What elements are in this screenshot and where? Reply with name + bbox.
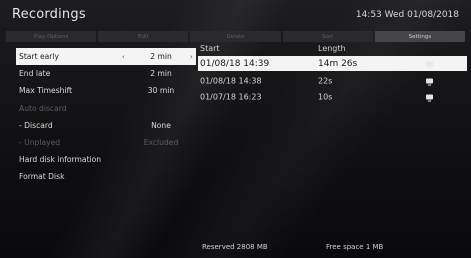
menu-item-value: 2 min: [150, 69, 172, 79]
message-icon: [426, 94, 433, 101]
recording-start: 01/07/18 16:23: [200, 92, 262, 101]
column-header-start: Start: [200, 44, 220, 53]
menu-item-label: End late: [19, 69, 51, 79]
menu-item-label: Hard disk information: [19, 155, 102, 165]
menu-item-label: Auto discard: [19, 103, 67, 113]
menu-item-format-disk[interactable]: Format Disk: [16, 168, 196, 185]
column-header-length: Length: [318, 44, 346, 53]
chevron-left-icon[interactable]: ‹: [122, 53, 125, 61]
menu-item-label: - Unplayed: [19, 138, 61, 148]
recording-row[interactable]: 01/07/18 16:23 10s: [198, 89, 467, 104]
recording-length: 22s: [318, 76, 333, 85]
menu-item-start-early[interactable]: Start early ‹ 2 min ›: [16, 48, 196, 66]
menu-item-value: 2 min: [150, 52, 172, 62]
menu-item-label: Format Disk: [19, 172, 65, 182]
recording-row[interactable]: 01/08/18 14:38 22s: [198, 73, 467, 88]
settings-menu: Start early ‹ 2 min › End late 2 min Max…: [16, 48, 196, 186]
tab-delete[interactable]: Delete: [190, 31, 281, 42]
menu-item-hard-disk-information[interactable]: Hard disk information: [16, 151, 196, 168]
menu-item-value: Excluded: [143, 138, 179, 148]
menu-item-end-late[interactable]: End late 2 min: [16, 65, 196, 82]
menu-item-value: None: [151, 120, 171, 130]
recording-row[interactable]: 01/08/18 14:39 14m 26s: [198, 56, 467, 71]
recording-start: 01/08/18 14:39: [200, 58, 270, 69]
tab-edit[interactable]: Edit: [98, 31, 189, 42]
menu-item-discard[interactable]: - Discard None: [16, 117, 196, 134]
disk-reserved: Reserved 2808 MB: [202, 243, 268, 251]
message-icon: [426, 61, 433, 68]
menu-item-unplayed: - Unplayed Excluded: [16, 134, 196, 151]
disk-free-space: Free space 1 MB: [326, 243, 384, 251]
menu-item-label: Start early: [19, 52, 60, 62]
recording-length: 10s: [318, 92, 333, 101]
tab-play-options[interactable]: Play Options: [6, 31, 97, 42]
recording-start: 01/08/18 14:38: [200, 76, 262, 85]
recording-length: 14m 26s: [318, 58, 358, 69]
chevron-right-icon[interactable]: ›: [190, 53, 193, 61]
message-icon: [426, 78, 433, 85]
tab-sort[interactable]: Sort: [282, 31, 373, 42]
menu-item-label: - Discard: [19, 120, 53, 130]
page-title: Recordings: [12, 7, 86, 22]
menu-item-value: 30 min: [147, 86, 175, 96]
menu-item-max-timeshift[interactable]: Max Timeshift 30 min: [16, 82, 196, 99]
menu-item-label: Max Timeshift: [19, 86, 73, 96]
recordings-screen: Recordings 14:53 Wed 01/08/2018 Play Opt…: [0, 0, 471, 258]
tab-settings[interactable]: Settings: [374, 31, 466, 42]
clock: 14:53 Wed 01/08/2018: [355, 10, 459, 20]
tab-bar: Play Options Edit Delete Sort Settings: [6, 31, 466, 42]
menu-item-auto-discard: Auto discard: [16, 100, 196, 117]
